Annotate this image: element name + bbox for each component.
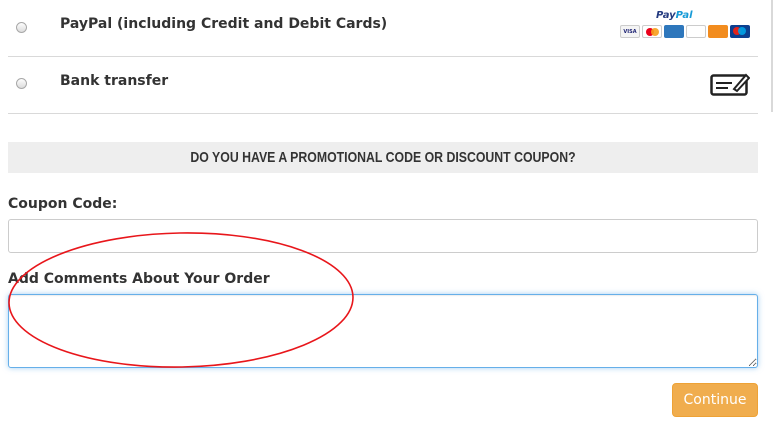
bank-transfer-radio[interactable] xyxy=(16,78,27,89)
paypal-wordmark-second: Pal xyxy=(675,10,693,21)
coupon-code-label: Coupon Code: xyxy=(8,196,118,212)
payment-option-paypal[interactable]: PayPal (including Credit and Debit Cards… xyxy=(8,0,758,57)
paypal-wordmark-first: Pay xyxy=(656,10,676,21)
payment-option-bank-transfer[interactable]: Bank transfer xyxy=(8,57,758,114)
paypal-wordmark: PayPal xyxy=(656,10,693,21)
amex-card-icon xyxy=(664,25,684,38)
paypal-cards-logo: PayPal VISA xyxy=(620,10,750,44)
continue-button[interactable]: Continue xyxy=(672,383,758,417)
paypal-radio[interactable] xyxy=(16,22,27,33)
bank-transfer-option-label[interactable]: Bank transfer xyxy=(60,73,168,89)
promo-code-banner: DO YOU HAVE A PROMOTIONAL CODE OR DISCOU… xyxy=(8,142,758,173)
discover-card-icon xyxy=(686,25,706,38)
card-logos: VISA xyxy=(620,25,750,38)
order-comments-textarea[interactable] xyxy=(8,294,758,368)
checkout-payment-page: PayPal (including Credit and Debit Cards… xyxy=(0,0,773,431)
promo-heading: DO YOU HAVE A PROMOTIONAL CODE OR DISCOU… xyxy=(190,149,576,166)
order-comments-label: Add Comments About Your Order xyxy=(8,271,270,287)
bank-card-icon xyxy=(708,25,728,38)
mastercard-icon xyxy=(642,25,662,38)
bank-check-icon xyxy=(710,73,750,96)
paypal-option-label[interactable]: PayPal (including Credit and Debit Cards… xyxy=(60,16,387,32)
visa-card-icon: VISA xyxy=(620,25,640,38)
coupon-code-input[interactable] xyxy=(8,219,758,253)
maestro-card-icon xyxy=(730,25,750,38)
